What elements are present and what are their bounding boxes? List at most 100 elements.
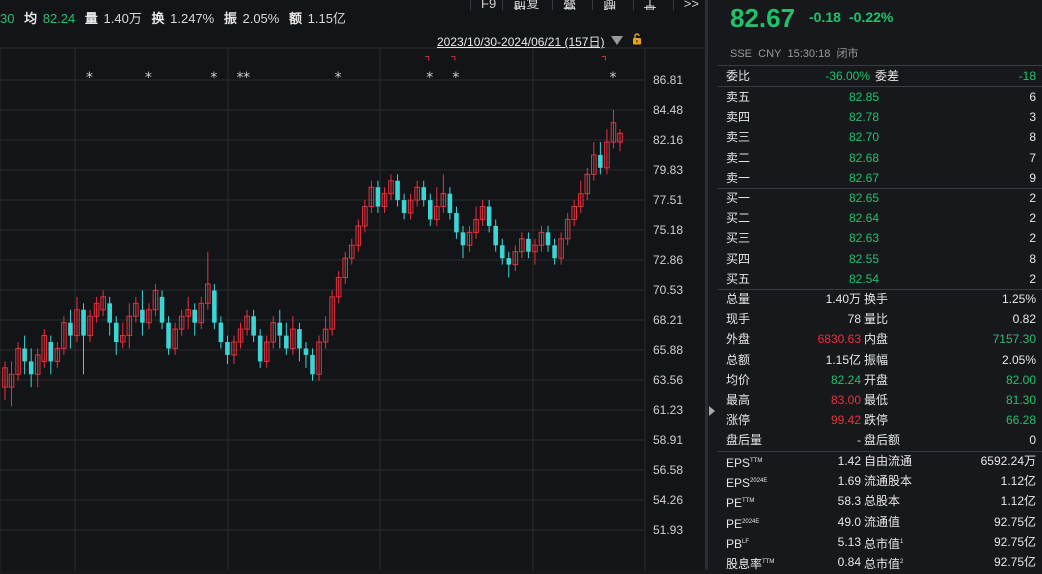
turnover-label: 换 [151, 11, 165, 26]
stat-value: 1.25% [1001, 292, 1036, 306]
bid-level-label: 买二 [726, 211, 751, 226]
stat-row: 最高 83.00 最低 81.30 [718, 390, 1042, 410]
fundamental-label: EPS2024E [726, 476, 768, 491]
toolbar-draw-button[interactable]: 画线 [592, 0, 632, 10]
candle-body [113, 322, 119, 343]
fundamental-value: 1.12亿 [1000, 494, 1036, 509]
y-tick-label: 63.56 [653, 373, 683, 387]
candle-body [427, 200, 433, 220]
ask-level-price: 82.85 [849, 90, 880, 104]
stat-label: 量比 [864, 312, 889, 327]
candle-body [284, 335, 289, 349]
fundamental-value: 5.13 [837, 534, 861, 549]
bid-level-volume: 8 [1029, 251, 1036, 266]
fundamental-value: 6592.24万 [980, 454, 1036, 468]
event-star-marker: * [243, 70, 250, 86]
candle-body [159, 296, 165, 323]
bid-level-label: 买四 [726, 251, 751, 266]
candle-body [545, 232, 551, 246]
toolbar-overlay-button[interactable]: 叠加 [552, 0, 592, 10]
fundamentals-table: EPSTTM 1.42 自由流通 6592.24万 EPS2024E 1.69 流通股本 1.… [718, 451, 1042, 572]
candle-body [225, 342, 230, 355]
bid-level-price: 82.55 [849, 251, 880, 266]
fundamental-label: 股息率TTM [726, 556, 775, 571]
stat-value: 83.00 [830, 392, 861, 407]
fundamental-label: EPSTTM [726, 456, 763, 470]
y-tick-label: 51.93 [653, 523, 683, 537]
toolbar: F9 前复权 叠加 画线 工具 >> [470, 0, 705, 10]
ask-level-volume: 8 [1029, 130, 1036, 145]
toolbar-adjust-button[interactable]: 前复权 [502, 0, 552, 10]
lock-icon[interactable] [632, 33, 642, 45]
y-tick-label: 68.21 [653, 313, 683, 327]
bid-level-price: 82.63 [849, 231, 880, 246]
fundamental-label: 总股本 [864, 494, 901, 509]
wei-cha-label: 委差 [875, 69, 900, 83]
fundamental-row: PE2024E 49.0 流通值 92.75亿 [718, 512, 1042, 532]
stat-value: 7157.30 [992, 332, 1036, 347]
fundamental-value: 0.84 [837, 554, 861, 569]
chevron-down-icon[interactable] [611, 36, 623, 45]
candle-body [297, 329, 302, 349]
fundamental-value: 58.3 [837, 494, 861, 509]
candle-body [277, 322, 283, 336]
stat-row: 总量 1.40万 换手 1.25% [718, 289, 1042, 309]
wei-bi-value: -36.00% [825, 69, 870, 83]
fundamental-label: PBLF [726, 536, 750, 551]
ask-level-volume: 7 [1029, 150, 1036, 165]
candle-body [447, 193, 453, 214]
bid-level-volume: 2 [1029, 271, 1036, 286]
stat-row: 盘后量 - 盘后额 0 [718, 430, 1042, 450]
bid-level-volume: 2 [1029, 231, 1036, 246]
event-star-marker: * [452, 70, 459, 86]
stat-value: 2.05% [1001, 352, 1036, 367]
fundamental-label: 流通值 [864, 514, 901, 529]
stat-row: 外盘 6830.63 内盘 7157.30 [718, 329, 1042, 349]
ask-level-price: 82.70 [849, 130, 880, 145]
collapse-panel-icon[interactable] [709, 406, 715, 416]
stat-value: 81.30 [1005, 392, 1036, 407]
kline-chart[interactable]: 86.81 84.48 82.16 79.83 77.51 75.18 72.86 70.53… [0, 0, 705, 570]
ask-level-label: 卖三 [726, 130, 751, 145]
stat-label: 振幅 [864, 352, 889, 367]
bid-level-row: 买四 82.55 8 [718, 249, 1042, 269]
bid-level-volume: 2 [1029, 191, 1036, 205]
candle-body [218, 322, 224, 343]
bid-level-row: 买三 82.63 2 [718, 228, 1042, 248]
toolbar-tools-button[interactable]: 工具 [632, 0, 673, 10]
fundamental-label: 流通股本 [864, 474, 913, 489]
ask-level-row: 卖三 82.70 8 [718, 127, 1042, 147]
stat-label: 现手 [726, 312, 751, 327]
wei-bi-row: 委比 -36.00% 委差 -18 [718, 66, 1042, 86]
candle-body [251, 316, 256, 336]
event-star-marker: * [210, 70, 217, 86]
amp-label: 振 [223, 11, 237, 26]
stat-label: 盘后量 [726, 433, 763, 448]
stat-label: 开盘 [864, 372, 889, 387]
bid-level-row: 买二 82.64 2 [718, 208, 1042, 228]
kline-chart-area[interactable]: 86.81 84.48 82.16 79.83 77.51 75.18 72.86 70.53… [0, 0, 705, 570]
stat-value: 99.42 [830, 413, 861, 428]
stat-value: 0.82 [1012, 312, 1036, 327]
currency-code: CNY [758, 48, 782, 60]
candle-body [375, 187, 381, 207]
ask-level-volume: 3 [1029, 110, 1036, 125]
candle-body [140, 309, 145, 323]
toolbar-f9-button[interactable]: F9 [470, 0, 502, 10]
event-star-marker: * [335, 70, 342, 86]
label-superscript: 2024E [742, 518, 760, 525]
toolbar-more-button[interactable]: >> [672, 0, 705, 10]
stat-row: 总额 1.15亿 振幅 2.05% [718, 350, 1042, 370]
y-tick-label: 61.23 [653, 403, 683, 417]
stat-value: 82.00 [1005, 372, 1036, 387]
event-flag-marker: ⌝ [601, 55, 607, 70]
candle-body [310, 354, 315, 375]
date-range-label[interactable]: 2023/10/30-2024/06/21 (157日) [437, 33, 604, 50]
candle-body [107, 303, 112, 323]
event-star-marker: * [86, 70, 93, 86]
fundamental-value: 49.0 [837, 514, 861, 529]
candle-body [499, 245, 505, 259]
fundamental-value: 92.75亿 [993, 534, 1036, 549]
stat-value: 82.24 [830, 372, 861, 387]
event-flag-marker: ⌝ [424, 55, 430, 70]
